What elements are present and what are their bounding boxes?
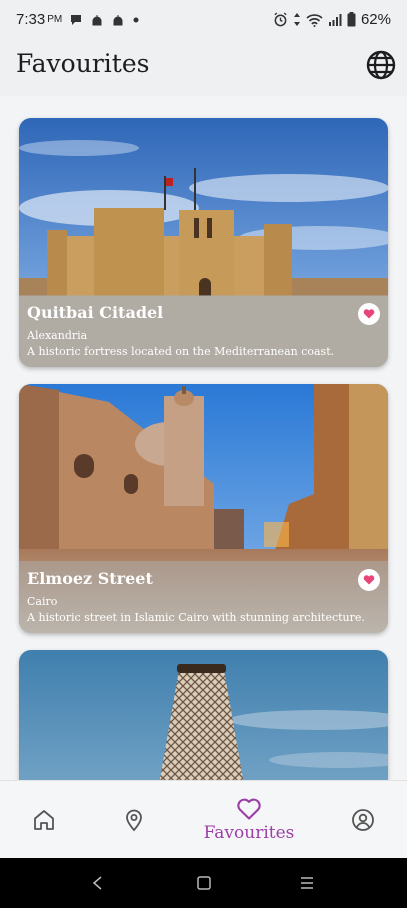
recent-apps-icon[interactable] [299, 875, 315, 891]
status-right: 62% [273, 11, 391, 28]
alarm-icon [274, 12, 287, 27]
signal-icon [328, 13, 342, 26]
nav-favourites-label: Favourites [203, 823, 295, 843]
place-card[interactable]: Quitbai Citadel Alexandria A historic fo… [19, 118, 388, 367]
mosque-notification-icon [92, 14, 102, 25]
status-bar: 7:33 PM 62% [0, 0, 407, 40]
heart-filled-icon [363, 575, 375, 585]
place-photo [19, 650, 388, 780]
chat-notification-icon [71, 14, 82, 25]
home-square-icon[interactable] [196, 875, 212, 891]
place-title: Elmoez Street [27, 569, 153, 588]
favourite-toggle-button[interactable] [358, 303, 380, 325]
heart-icon [237, 798, 261, 820]
app-header: Favourites [0, 40, 407, 96]
bottom-navigation: Favourites [0, 780, 407, 858]
heart-filled-icon [363, 309, 375, 319]
place-card-caption: Quitbai Citadel Alexandria A historic fo… [19, 295, 388, 367]
data-arrows-icon [293, 13, 300, 26]
language-button[interactable] [365, 49, 397, 81]
back-icon[interactable] [90, 875, 106, 891]
globe-icon [366, 50, 396, 80]
home-icon [34, 810, 54, 830]
battery-level: 62% [360, 11, 391, 28]
place-title: Quitbai Citadel [27, 303, 164, 322]
wifi-icon [306, 13, 323, 27]
place-city: Cairo [27, 595, 58, 608]
mosque-notification-icon [113, 14, 123, 25]
more-notifications-dot-icon [133, 17, 139, 22]
place-card-caption: Elmoez Street Cairo A historic street in… [19, 561, 388, 633]
profile-icon [352, 809, 374, 831]
place-description: A historic street in Islamic Cairo with … [27, 611, 365, 624]
location-pin-icon [126, 809, 142, 832]
nav-map[interactable] [114, 781, 154, 859]
favourites-list[interactable]: Quitbai Citadel Alexandria A historic fo… [0, 96, 407, 780]
system-navigation-bar [0, 858, 407, 908]
place-city: Alexandria [27, 329, 88, 342]
nav-favourites[interactable]: Favourites [199, 781, 299, 859]
status-ampm: PM [47, 14, 63, 25]
nav-profile[interactable] [343, 781, 383, 859]
status-left: 7:33 PM [16, 11, 140, 28]
place-card[interactable]: Elmoez Street Cairo A historic street in… [19, 384, 388, 633]
place-description: A historic fortress located on the Medit… [27, 345, 335, 358]
battery-icon [347, 12, 356, 27]
status-time: 7:33 [16, 11, 46, 28]
place-card[interactable] [19, 650, 388, 780]
page-title: Favourites [16, 49, 150, 78]
favourite-toggle-button[interactable] [358, 569, 380, 591]
nav-home[interactable] [24, 781, 64, 859]
